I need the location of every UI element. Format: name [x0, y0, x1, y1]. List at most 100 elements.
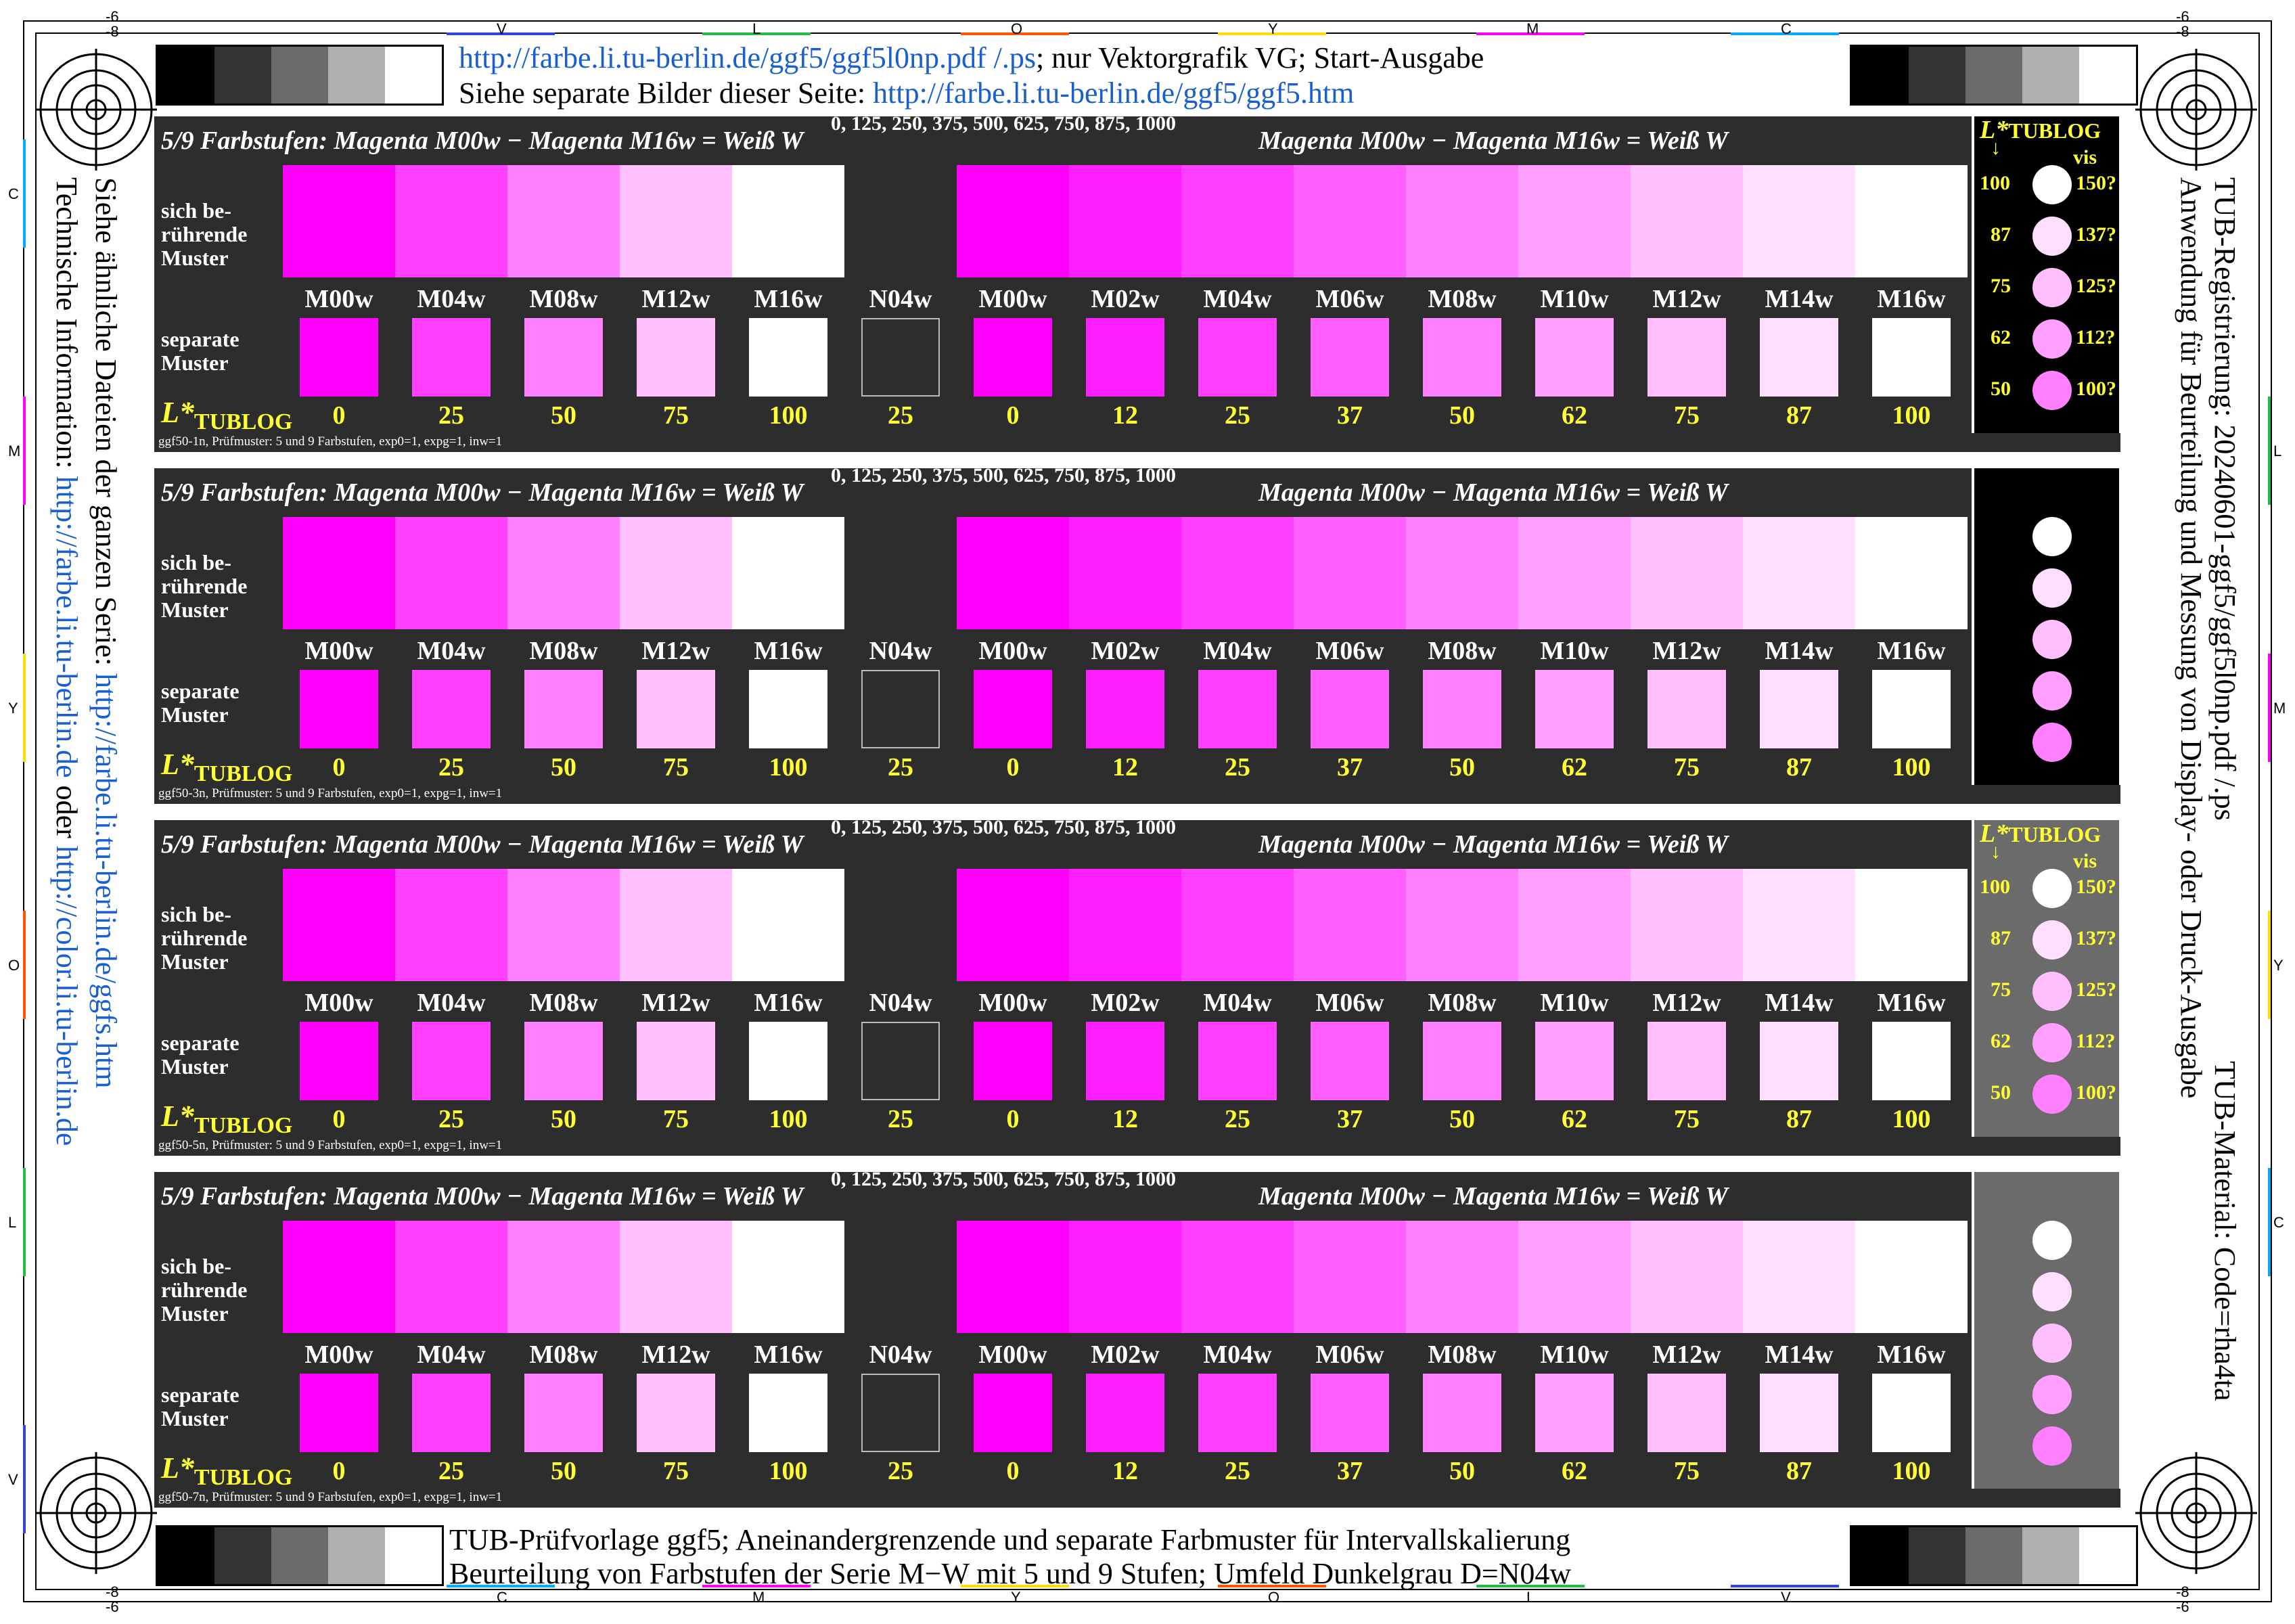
touching-patch: [1406, 165, 1518, 277]
gray-step: [328, 47, 385, 104]
edge-label: Y: [1011, 1589, 1021, 1606]
touching-patch: [395, 1221, 507, 1333]
edge-label: V: [497, 20, 507, 37]
touching-patch: [283, 1221, 395, 1333]
patch-value: 12: [1112, 1105, 1138, 1133]
touching-patch: [1406, 869, 1518, 981]
legend-panel: [1974, 468, 2119, 785]
patch-value: 75: [1674, 1105, 1700, 1133]
patch-code: M16w: [754, 637, 823, 665]
separate-row: [283, 670, 1968, 748]
patch-code: M04w: [1203, 1340, 1272, 1369]
patch-value: 75: [1674, 1457, 1700, 1485]
patch-code: M04w: [417, 1340, 486, 1369]
edge-color-tick: [23, 1425, 26, 1533]
edge-color-tick: [2268, 911, 2271, 1019]
separate-patch: [637, 318, 715, 397]
patch-value: 62: [1562, 753, 1587, 782]
panel-footnote: ggf50-7n, Prüfmuster: 5 und 9 Farbstufen…: [158, 1490, 503, 1504]
touching-patch: [395, 517, 507, 629]
touching-patch: [844, 517, 957, 629]
patch-value: 75: [663, 1105, 689, 1133]
edge-color-tick: [2268, 397, 2271, 505]
touching-label: sich be-rührende Muster: [161, 198, 248, 270]
patch-value: 25: [1225, 1457, 1250, 1485]
gray-step: [1909, 1527, 1965, 1584]
patch-value: 25: [438, 753, 464, 782]
test-panel: 0, 125, 250, 375, 500, 625, 750, 875, 10…: [154, 112, 1972, 440]
htm-link[interactable]: http://farbe.li.tu-berlin.de/ggf5/ggf5.h…: [873, 76, 1354, 110]
separate-patch: [1086, 318, 1164, 397]
lightness-dot: [2032, 620, 2072, 659]
patch-code: M02w: [1091, 989, 1160, 1017]
info-link-2[interactable]: http://color.li.tu-berlin.de: [50, 846, 83, 1146]
registration-mark-icon: [35, 49, 157, 171]
patch-code: M16w: [754, 1340, 823, 1369]
patch-value: 0: [332, 1105, 346, 1133]
gray-step: [158, 47, 214, 104]
separate-patch: [861, 1022, 940, 1100]
legend-vis-value: 137?: [2076, 927, 2116, 949]
edge-label: V: [8, 1471, 18, 1488]
patch-code: M12w: [641, 1340, 710, 1369]
touching-patch: [732, 165, 844, 277]
patch-value: 75: [1674, 753, 1700, 782]
lightness-dot: [2032, 1221, 2072, 1260]
lightness-dot: [2032, 1272, 2072, 1311]
arrow-icon: ↓: [1991, 137, 2001, 159]
lightness-dot: [2032, 217, 2072, 256]
separate-patch: [1423, 1374, 1501, 1452]
edge-color-tick: [23, 654, 26, 762]
gray-step: [385, 1527, 442, 1584]
separate-patch: [749, 318, 827, 397]
panel-title-left: 5/9 Farbstufen: Magenta M00w − Magenta M…: [161, 830, 804, 859]
patch-code: M06w: [1315, 1340, 1384, 1369]
separate-patch: [1648, 670, 1726, 748]
patch-value: 0: [332, 1457, 346, 1485]
lightness-dot: [2032, 568, 2072, 608]
edge-label: O: [1011, 20, 1023, 37]
separate-patch: [1311, 1374, 1389, 1452]
patch-code: M00w: [978, 1340, 1047, 1369]
patch-code: M16w: [754, 989, 823, 1017]
separate-patch: [974, 670, 1052, 748]
patch-value: 37: [1337, 401, 1363, 430]
separate-patch: [861, 1374, 940, 1452]
legend-l-value: 75: [1991, 978, 2011, 1001]
legend-l-value: 87: [1991, 223, 2011, 246]
patch-value: 50: [1449, 1457, 1475, 1485]
patch-code: M00w: [304, 989, 373, 1017]
legend-l-value: 50: [1991, 378, 2011, 400]
separate-patch: [974, 1374, 1052, 1452]
registration-mark-icon: [35, 1452, 157, 1574]
touching-patch: [1631, 869, 1743, 981]
left-side-label: Siehe ähnliche Dateien der ganzen Serie:: [89, 177, 122, 674]
separate-patch: [1872, 318, 1951, 397]
info-link[interactable]: http://farbe.li.tu-berlin.de: [50, 476, 83, 778]
legend-vis: vis: [2073, 146, 2097, 168]
pdf-link[interactable]: http://farbe.li.tu-berlin.de/ggf5/ggf5l0…: [459, 41, 1036, 74]
lightness-dot: [2032, 517, 2072, 556]
header-line-2-text: Siehe separate Bilder dieser Seite:: [459, 76, 873, 110]
touching-patch: [1181, 517, 1294, 629]
legend-l-value: 62: [1991, 326, 2011, 348]
separate-patch: [412, 670, 491, 748]
series-link[interactable]: http://farbe.li.tu-berlin.de/ggfs.htm: [89, 673, 122, 1088]
edge-label: Y: [2273, 957, 2283, 974]
right-side-text-3: TUB-Material: Code=rha4ta: [2208, 1061, 2242, 1401]
separate-patch: [1311, 670, 1389, 748]
touching-patch: [957, 869, 1069, 981]
patch-value: 50: [551, 753, 576, 782]
gray-step: [214, 1527, 271, 1584]
lightness-dot: [2032, 1426, 2072, 1466]
touching-patch: [1743, 869, 1855, 981]
separate-row: [283, 1374, 1968, 1452]
patch-code: M08w: [529, 637, 598, 665]
edge-label: L: [2273, 443, 2282, 459]
touching-patch: [620, 517, 732, 629]
separate-label: separate Muster: [161, 327, 240, 375]
touching-patch: [1743, 165, 1855, 277]
patch-code: M00w: [304, 637, 373, 665]
separate-patch: [524, 670, 603, 748]
lightness-dot: [2032, 165, 2072, 204]
